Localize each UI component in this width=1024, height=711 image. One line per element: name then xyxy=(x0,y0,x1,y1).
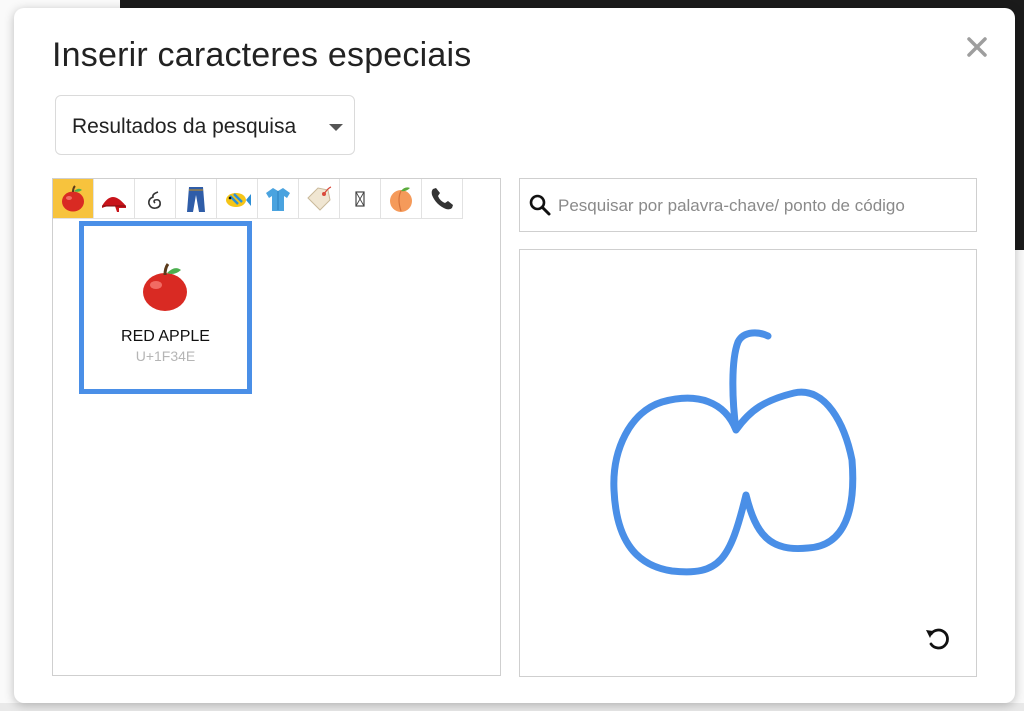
category-dropdown[interactable]: Resultados da pesquisa xyxy=(55,95,355,155)
red-apple-emoji-icon[interactable] xyxy=(53,179,94,219)
chevron-down-icon xyxy=(329,124,343,131)
handwriting-strokes xyxy=(610,329,857,576)
tropical-fish-emoji-icon[interactable] xyxy=(217,179,258,219)
dialog-title: Inserir caracteres especiais xyxy=(52,36,472,74)
background-bottom xyxy=(0,703,1024,711)
special-characters-dialog: Inserir caracteres especiais Resultados … xyxy=(14,8,1015,703)
results-panel: RED APPLE U+1F34E xyxy=(52,178,501,676)
drawing-canvas[interactable] xyxy=(519,249,977,677)
t-shirt-emoji-icon[interactable] xyxy=(258,179,299,219)
red-apple-icon xyxy=(143,263,187,311)
result-card-red-apple[interactable]: RED APPLE U+1F34E xyxy=(79,221,252,394)
close-icon-glyph xyxy=(967,37,987,57)
close-icon[interactable] xyxy=(964,34,990,60)
category-tabs xyxy=(53,179,463,219)
search-icon xyxy=(529,194,551,216)
reset-icon[interactable] xyxy=(923,623,953,653)
telephone-receiver-emoji-icon[interactable] xyxy=(422,179,463,219)
search-input[interactable] xyxy=(556,191,970,221)
peach-emoji-icon[interactable] xyxy=(381,179,422,219)
price-tag-emoji-icon[interactable] xyxy=(299,179,340,219)
high-heel-emoji-icon[interactable] xyxy=(94,179,135,219)
missing-glyph-icon[interactable] xyxy=(340,179,381,219)
keyword-search xyxy=(519,178,977,232)
jeans-emoji-icon[interactable] xyxy=(176,179,217,219)
result-codepoint: U+1F34E xyxy=(135,348,196,364)
result-name: RED APPLE xyxy=(121,328,210,345)
dropdown-selected-label: Resultados da pesquisa xyxy=(72,115,297,138)
script-glyph-icon[interactable] xyxy=(135,179,176,219)
